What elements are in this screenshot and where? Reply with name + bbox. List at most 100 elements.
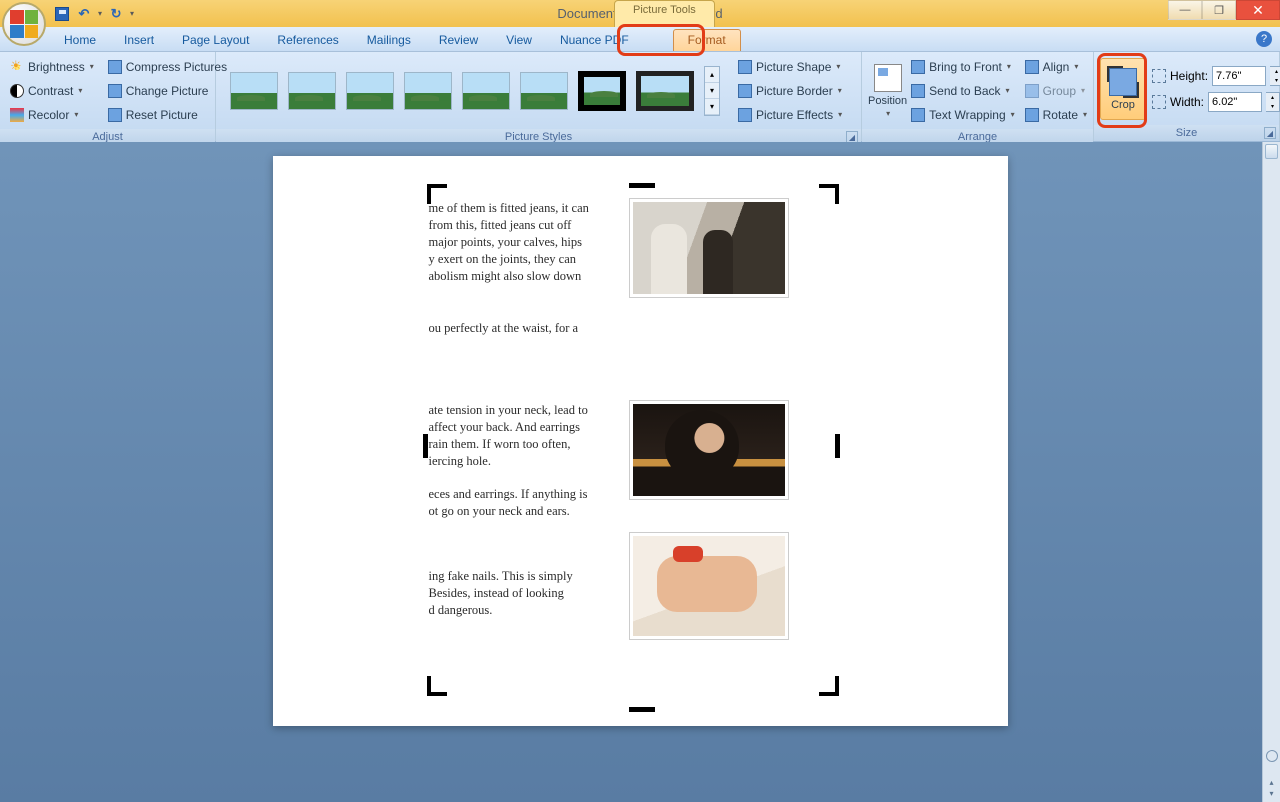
group-arrange: Position ▾ Bring to Front▾ Send to Back▾… [862, 52, 1094, 141]
help-button[interactable]: ? [1256, 31, 1272, 47]
bring-to-front-button[interactable]: Bring to Front▾ [907, 56, 1019, 77]
change-picture-button[interactable]: Change Picture [104, 80, 231, 101]
style-thumb-3[interactable] [346, 72, 394, 110]
style-thumb-8[interactable] [636, 71, 694, 111]
paragraph-1b: ou perfectly at the waist, for a [429, 320, 619, 337]
rotate-button[interactable]: Rotate▾ [1021, 104, 1091, 125]
image-nails [633, 536, 785, 636]
tab-mailings[interactable]: Mailings [353, 30, 425, 51]
gallery-down[interactable]: ▾ [705, 83, 719, 99]
picture-border-button[interactable]: Picture Border▾ [734, 80, 846, 101]
crop-icon [1109, 68, 1137, 96]
document-area: me of them is fitted jeans, it can from … [0, 142, 1280, 802]
office-button[interactable] [2, 2, 46, 46]
picture-effects-icon [738, 108, 752, 122]
picture-shape-button[interactable]: Picture Shape▾ [734, 56, 846, 77]
tab-format[interactable]: Format [673, 29, 741, 51]
reset-picture-icon [108, 108, 122, 122]
restore-icon: ❐ [1214, 4, 1224, 17]
page-nav: ▴ ▾ [1263, 778, 1280, 798]
style-thumb-2[interactable] [288, 72, 336, 110]
gallery-up[interactable]: ▴ [705, 67, 719, 83]
height-input[interactable]: 7.76" [1212, 66, 1266, 86]
group-adjust: Brightness▾ Contrast▾ Recolor▾ Compress … [0, 52, 216, 141]
gallery-scroll: ▴ ▾ ▾ [704, 66, 720, 116]
scroll-thumb[interactable] [1265, 144, 1278, 159]
document-image-1[interactable] [629, 198, 789, 298]
picture-border-icon [738, 84, 752, 98]
send-back-icon [911, 84, 925, 98]
align-button[interactable]: Align▾ [1021, 56, 1091, 77]
undo-button[interactable]: ↶ [76, 6, 92, 22]
close-button[interactable]: ✕ [1236, 0, 1280, 20]
compress-pictures-button[interactable]: Compress Pictures [104, 56, 231, 77]
tab-review[interactable]: Review [425, 30, 492, 51]
group-label-size: Size◢ [1094, 125, 1279, 141]
picture-style-gallery: ▴ ▾ ▾ [222, 60, 728, 122]
style-thumb-6[interactable] [520, 72, 568, 110]
context-tab-picture-tools[interactable]: Picture Tools [614, 0, 715, 27]
minimize-button[interactable]: — [1168, 0, 1202, 20]
next-page-button[interactable]: ▾ [1269, 789, 1273, 798]
save-button[interactable] [54, 6, 70, 22]
chevron-down-icon: ▾ [74, 110, 78, 119]
undo-dropdown[interactable]: ▾ [98, 9, 102, 18]
close-icon: ✕ [1252, 2, 1264, 19]
recolor-icon [10, 108, 24, 122]
image-jeans [633, 202, 785, 294]
prev-page-button[interactable]: ▴ [1269, 778, 1273, 787]
bring-front-icon [911, 60, 925, 74]
tab-insert[interactable]: Insert [110, 30, 168, 51]
height-label: Height: [1170, 69, 1208, 83]
style-thumb-7[interactable] [578, 71, 626, 111]
paragraph-1: me of them is fitted jeans, it can from … [429, 200, 619, 284]
redo-button[interactable]: ↻ [108, 6, 124, 22]
style-thumb-1[interactable] [230, 72, 278, 110]
crop-button[interactable]: Crop [1100, 58, 1146, 120]
crop-handle-br[interactable] [819, 676, 839, 696]
crop-handle-bm[interactable] [629, 692, 655, 712]
crop-handle-mr[interactable] [835, 434, 855, 458]
reset-picture-button[interactable]: Reset Picture [104, 104, 231, 125]
tab-references[interactable]: References [263, 30, 352, 51]
width-input[interactable]: 6.02" [1208, 92, 1262, 112]
contrast-button[interactable]: Contrast▾ [6, 80, 98, 101]
document-image-2[interactable] [629, 400, 789, 500]
picture-effects-button[interactable]: Picture Effects▾ [734, 104, 846, 125]
style-thumb-4[interactable] [404, 72, 452, 110]
send-to-back-button[interactable]: Send to Back▾ [907, 80, 1019, 101]
qat-customize[interactable]: ▾ [130, 9, 134, 18]
recolor-button[interactable]: Recolor▾ [6, 104, 98, 125]
group-icon [1025, 84, 1039, 98]
text-wrapping-button[interactable]: Text Wrapping▾ [907, 104, 1019, 125]
tab-nuance-pdf[interactable]: Nuance PDF [546, 30, 643, 51]
height-icon [1152, 69, 1166, 83]
tab-home[interactable]: Home [50, 30, 110, 51]
height-spinner[interactable]: ▴▾ [1270, 66, 1280, 86]
quick-access-toolbar: ↶ ▾ ↻ ▾ [54, 0, 134, 27]
width-spinner[interactable]: ▴▾ [1266, 92, 1280, 112]
crop-handle-tr[interactable] [819, 184, 839, 204]
minimize-icon: — [1180, 4, 1191, 16]
crop-handle-bl[interactable] [427, 676, 447, 696]
document-image-3[interactable] [629, 532, 789, 640]
chevron-down-icon: ▾ [78, 86, 82, 95]
gallery-more[interactable]: ▾ [705, 99, 719, 115]
brightness-button[interactable]: Brightness▾ [6, 56, 98, 77]
align-icon [1025, 60, 1039, 74]
position-icon [874, 64, 902, 92]
group-button[interactable]: Group▾ [1021, 80, 1091, 101]
page[interactable]: me of them is fitted jeans, it can from … [273, 156, 1008, 726]
browse-object-button[interactable] [1266, 750, 1278, 762]
restore-button[interactable]: ❐ [1202, 0, 1236, 20]
tab-page-layout[interactable]: Page Layout [168, 30, 263, 51]
vertical-scrollbar[interactable]: ▴ ▾ [1262, 142, 1280, 802]
style-thumb-5[interactable] [462, 72, 510, 110]
rotate-icon [1025, 108, 1039, 122]
image-earrings [633, 404, 785, 496]
position-button[interactable]: Position ▾ [868, 59, 907, 123]
tab-view[interactable]: View [492, 30, 546, 51]
text-wrap-icon [911, 108, 925, 122]
width-label: Width: [1170, 95, 1204, 109]
size-launcher[interactable]: ◢ [1264, 127, 1276, 139]
